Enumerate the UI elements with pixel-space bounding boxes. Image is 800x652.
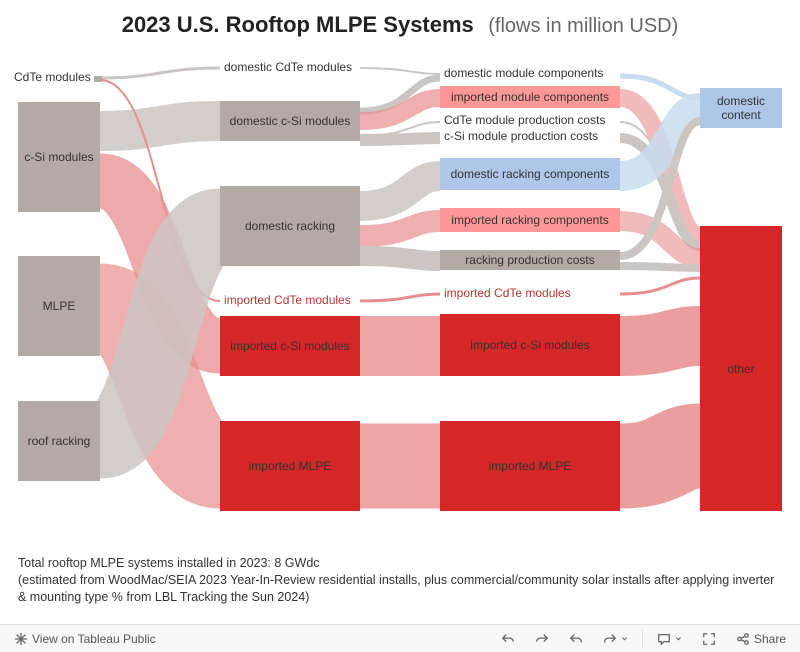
comment-button[interactable] [651,630,688,648]
undo-icon [501,632,515,646]
chart-title: 2023 U.S. Rooftop MLPE Systems (flows in… [0,0,800,46]
label-imp-cdte2: imported CdTe modules [444,286,571,300]
node-dom-rack-comp[interactable]: domestic racking components [440,158,620,190]
title-main: 2023 U.S. Rooftop MLPE Systems [122,12,474,37]
divider [642,630,643,648]
replay-forward-button[interactable] [597,630,634,648]
footnote-line1: Total rooftop MLPE systems installed in … [18,555,778,572]
view-public-label: View on Tableau Public [32,632,156,646]
sankey-links [10,46,790,546]
footnote: Total rooftop MLPE systems installed in … [18,555,778,606]
node-rack-prod[interactable]: racking production costs [440,250,620,270]
node-csi[interactable]: c-Si modules [18,102,100,212]
view-on-public-button[interactable]: View on Tableau Public [8,630,162,648]
node-dom-csi[interactable]: domestic c-Si modules [220,101,360,141]
share-button[interactable]: Share [730,630,792,648]
label-dom-mod-comp: domestic module components [444,66,603,80]
node-imp-csi2[interactable]: imported c-Si modules [440,314,620,376]
fullscreen-icon [702,632,716,646]
share-label: Share [754,632,786,646]
node-imp-mod-comp[interactable]: imported module components [440,86,620,108]
sankey-chart: CdTe modules c-Si modules MLPE roof rack… [10,46,790,546]
share-icon [736,632,750,646]
chevron-down-icon [675,632,682,646]
redo-button[interactable] [529,630,555,648]
footnote-line2: (estimated from WoodMac/SEIA 2023 Year-I… [18,572,778,606]
fullscreen-button[interactable] [696,630,722,648]
replay-back-button[interactable] [563,630,589,648]
tableau-toolbar: View on Tableau Public Share [0,624,800,652]
title-sub: (flows in million USD) [488,15,678,37]
label-cdte-prod: CdTe module production costs [444,113,605,127]
tableau-icon [14,632,28,646]
label-cdte: CdTe modules [14,70,91,84]
label-dom-cdte: domestic CdTe modules [224,60,352,74]
node-dom-content[interactable]: domestic content [700,88,782,128]
replay-back-icon [569,632,583,646]
node-dom-rack[interactable]: domestic racking [220,186,360,266]
label-csi-prod: c-Si module production costs [444,129,598,143]
comment-icon [657,632,671,646]
node-imp-mlpe2[interactable]: imported MLPE [440,421,620,511]
chevron-down-icon [621,632,628,646]
node-imp-mlpe[interactable]: imported MLPE [220,421,360,511]
node-other[interactable]: other [700,226,782,511]
node-mlpe[interactable]: MLPE [18,256,100,356]
node-imp-csi[interactable]: imported c-Si modules [220,316,360,376]
redo-icon [535,632,549,646]
label-imp-cdte: imported CdTe modules [224,293,351,307]
node-racking[interactable]: roof racking [18,401,100,481]
replay-forward-icon [603,632,617,646]
undo-button[interactable] [495,630,521,648]
node-cdte[interactable] [94,76,102,82]
node-imp-rack-comp[interactable]: imported racking components [440,208,620,232]
